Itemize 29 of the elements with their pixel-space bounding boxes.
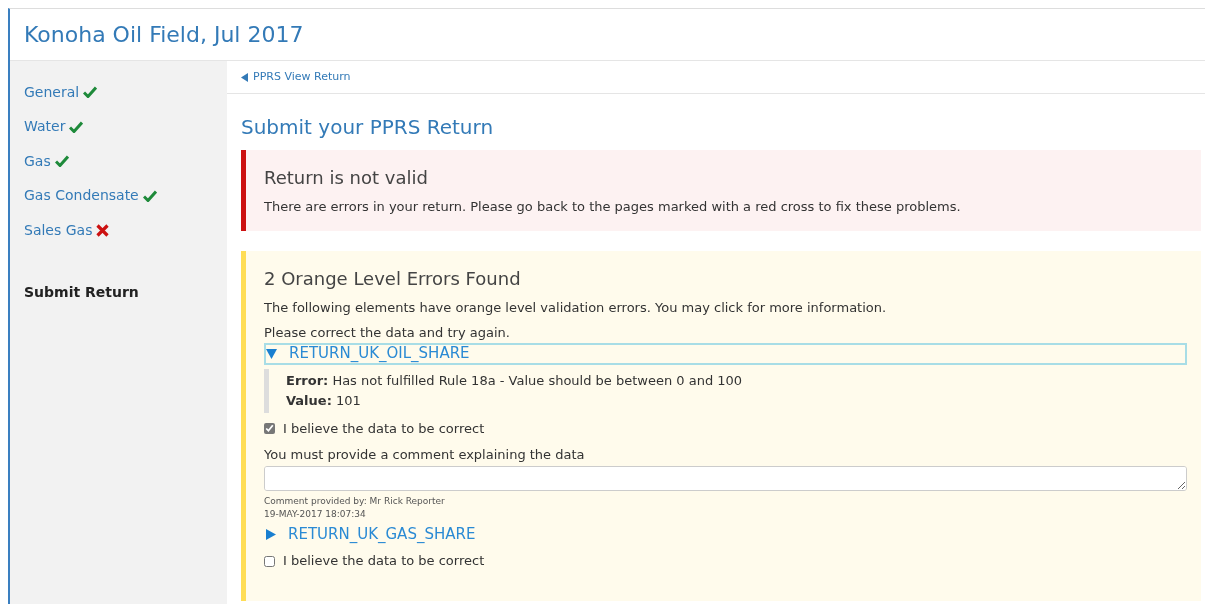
warning-intro: The following elements have orange level validation errors. You may click for more information.	[264, 298, 888, 317]
sidebar-link[interactable]: Sales Gas	[24, 219, 93, 241]
comment-meta: 19-MAY-2017 18:07:34	[264, 508, 367, 521]
checkbox[interactable]	[264, 423, 275, 434]
page-header-title: Konoha Oil Field, Jul 2017	[24, 21, 304, 49]
sidebar-link[interactable]: Gas	[24, 150, 51, 172]
checkbox[interactable]	[264, 555, 275, 567]
sidebar-link[interactable]: Gas Condensate	[24, 185, 139, 207]
checkbox-label: I believe the data to be correct	[283, 552, 485, 571]
page-title: Submit your PPRS Return	[241, 114, 495, 141]
error-toggle[interactable]: RETURN_UK_OIL_SHARE	[264, 342, 1187, 365]
checkbox-label: I believe the data to be correct	[283, 419, 485, 438]
alert-message: There are errors in your return. Please go back to the pages marked with a red cross to fix these problems.	[264, 198, 962, 216]
error-toggle[interactable]: RETURN_UK_GAS_SHARE	[264, 523, 1187, 545]
comment-field[interactable]	[264, 466, 1187, 491]
sidebar-link[interactable]: Submit Return	[24, 281, 227, 303]
back-arrow-icon	[241, 72, 249, 82]
caret-down-icon	[266, 348, 277, 359]
error-detail: Value: 101	[286, 391, 362, 410]
back-link[interactable]: PPRS View Return	[241, 68, 351, 86]
warning-instruction: Please correct the data and try again.	[264, 324, 511, 342]
alert-title: Return is not valid	[264, 166, 429, 190]
sidebar-link[interactable]: Water	[24, 116, 66, 138]
comment-meta: Comment provided by: Mr Rick Reporter	[264, 495, 446, 508]
error-detail: Error: Has not fulfilled Rule 18a - Value should be between 0 and 100	[286, 371, 744, 390]
comment-label: You must provide a comment explaining the data	[264, 445, 586, 464]
warning-title: 2 Orange Level Errors Found	[264, 266, 522, 291]
caret-right-icon	[266, 528, 276, 540]
sidebar-link[interactable]: General	[24, 81, 80, 103]
